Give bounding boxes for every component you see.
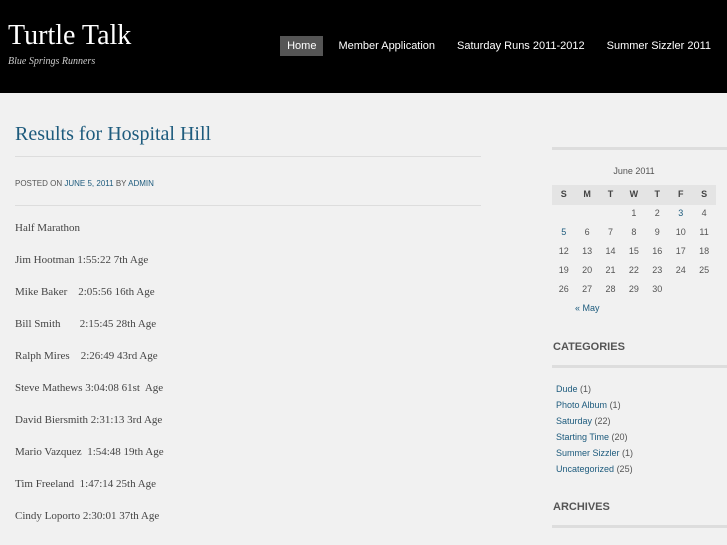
calendar-day: 11 xyxy=(699,227,709,237)
calendar-day: 7 xyxy=(607,227,613,237)
calendar-day: 2 xyxy=(654,208,660,218)
meta-prefix: Posted on xyxy=(15,179,63,188)
calendar-day-header: S xyxy=(560,189,567,199)
calendar-day-header: M xyxy=(583,189,591,199)
nav-member-application[interactable]: Member Application xyxy=(331,36,442,56)
category-link[interactable]: Dude xyxy=(556,384,578,394)
calendar-day: 26 xyxy=(558,284,569,294)
calendar-day: 30 xyxy=(652,284,663,294)
meta-by: by xyxy=(115,179,127,188)
result-line: Mario Vazquez 1:54:48 19th Age xyxy=(15,446,164,458)
calendar-day: 27 xyxy=(582,284,593,294)
category-count: (1) xyxy=(580,384,592,394)
result-line: Tim Freeland 1:47:14 25th Age xyxy=(15,478,157,490)
category-count: (20) xyxy=(611,432,628,442)
archives-title: Archives xyxy=(553,501,610,513)
nav-summer-sizzler[interactable]: Summer Sizzler 2011 xyxy=(600,36,718,56)
calendar-day: 28 xyxy=(605,284,616,294)
calendar-day-header: W xyxy=(629,189,639,199)
calendar-day: 9 xyxy=(654,227,660,237)
result-line: David Biersmith 2:31:13 3rd Age xyxy=(15,414,163,426)
category-item: Dude (1) xyxy=(556,384,591,394)
category-link[interactable]: Saturday xyxy=(556,416,592,426)
calendar-day: 16 xyxy=(652,246,663,256)
categories-title: Categories xyxy=(553,341,625,353)
calendar-day-link[interactable]: 3 xyxy=(669,208,692,218)
category-count: (25) xyxy=(616,464,633,474)
category-item: Summer Sizzler (1) xyxy=(556,448,633,458)
site-description: Blue Springs Runners xyxy=(8,56,96,67)
category-link[interactable]: Uncategorized xyxy=(556,464,614,474)
calendar-day: 15 xyxy=(628,246,639,256)
calendar-day: 12 xyxy=(558,246,569,256)
category-link[interactable]: Summer Sizzler xyxy=(556,448,620,458)
category-item: Uncategorized (25) xyxy=(556,464,633,474)
calendar-day: 20 xyxy=(582,265,593,275)
calendar-day-header: F xyxy=(677,189,684,199)
category-item: Photo Album (1) xyxy=(556,400,621,410)
calendar-day: 25 xyxy=(699,265,710,275)
result-line: Bill Smith 2:15:45 28th Age xyxy=(15,318,157,330)
calendar-day: 4 xyxy=(701,208,707,218)
categories-divider xyxy=(552,365,727,368)
post-meta: Posted on June 5, 2011 by admin xyxy=(15,179,154,188)
sidebar-divider xyxy=(552,147,727,150)
category-count: (1) xyxy=(609,400,621,410)
result-line: Ralph Mires 2:26:49 43rd Age xyxy=(15,350,158,362)
calendar-day: 14 xyxy=(605,246,616,256)
calendar-day: 17 xyxy=(675,246,686,256)
category-link[interactable]: Starting Time xyxy=(556,432,609,442)
category-link[interactable]: Photo Album xyxy=(556,400,607,410)
calendar-prev-month-link[interactable]: « May xyxy=(575,303,600,313)
calendar-day: 29 xyxy=(628,284,639,294)
calendar-day: 18 xyxy=(699,246,710,256)
calendar-day: 23 xyxy=(652,265,663,275)
site-title[interactable]: Turtle Talk xyxy=(8,20,131,52)
category-item: Saturday (22) xyxy=(556,416,611,426)
race-heading: Half Marathon xyxy=(15,222,81,234)
calendar-day-link[interactable]: 5 xyxy=(552,227,575,237)
calendar-day: 6 xyxy=(584,227,590,237)
calendar-day: 21 xyxy=(605,265,616,275)
result-line: Cindy Loporto 2:30:01 37th Age xyxy=(15,510,160,522)
calendar-day-header: S xyxy=(701,189,708,199)
calendar-day: 22 xyxy=(628,265,639,275)
title-divider xyxy=(15,156,481,157)
calendar-day: 8 xyxy=(631,227,637,237)
meta-divider xyxy=(15,205,481,206)
category-count: (22) xyxy=(594,416,611,426)
calendar-day: 10 xyxy=(675,227,686,237)
category-item: Starting Time (20) xyxy=(556,432,628,442)
calendar-caption: June 2011 xyxy=(613,166,655,176)
main-navigation: Home Member Application Saturday Runs 20… xyxy=(272,36,718,56)
post-title[interactable]: Results for Hospital Hill xyxy=(15,123,211,146)
calendar-day-header: T xyxy=(654,189,661,199)
post-author-link[interactable]: admin xyxy=(128,179,154,188)
nav-saturday-runs[interactable]: Saturday Runs 2011-2012 xyxy=(450,36,592,56)
calendar-day: 24 xyxy=(675,265,686,275)
result-line: Mike Baker 2:05:56 16th Age xyxy=(15,286,155,298)
calendar-day: 1 xyxy=(631,208,637,218)
post-date-link[interactable]: June 5, 2011 xyxy=(64,179,113,188)
site-header: Turtle Talk Blue Springs Runners Home Me… xyxy=(0,0,727,93)
archives-divider xyxy=(552,525,727,528)
calendar-day: 19 xyxy=(558,265,569,275)
category-count: (1) xyxy=(622,448,634,458)
result-line: Steve Mathews 3:04:08 61st Age xyxy=(15,382,164,394)
calendar-day-header: T xyxy=(607,189,614,199)
nav-home[interactable]: Home xyxy=(280,36,324,56)
result-line: Jim Hootman 1:55:22 7th Age xyxy=(15,254,149,266)
calendar-day: 13 xyxy=(582,246,593,256)
